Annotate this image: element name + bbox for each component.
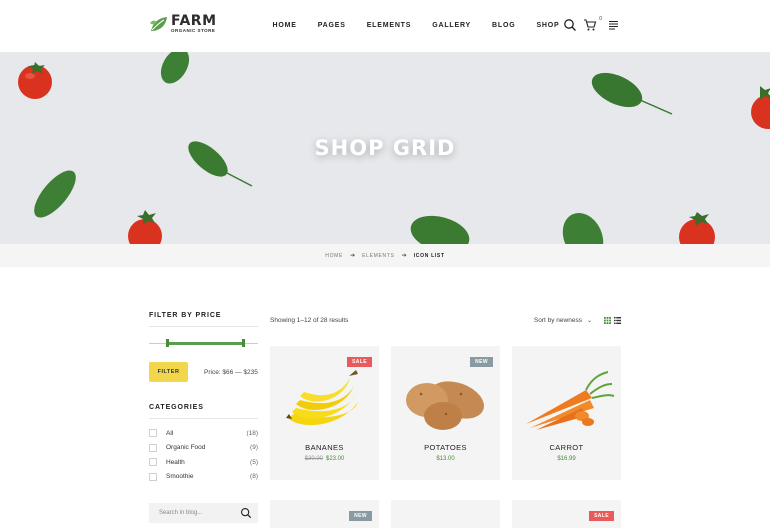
arrow-right-icon: ➔ <box>401 253 407 259</box>
slider-handle-max[interactable] <box>242 339 246 347</box>
tomato-image <box>128 210 162 244</box>
bananas-image <box>286 370 358 426</box>
current-price: $23.00 <box>326 456 345 462</box>
nav-blog[interactable]: BLOG <box>492 22 515 29</box>
current-price: $13.00 <box>436 456 455 462</box>
search-placeholder: Search in blog... <box>159 510 203 516</box>
grid-view-icon[interactable] <box>604 316 611 324</box>
breadcrumb: HOME ➔ ELEMENTS ➔ ICON LIST <box>0 244 770 267</box>
product-card[interactable] <box>391 500 500 528</box>
category-name: Organic Food <box>166 444 206 452</box>
header-actions: 0 <box>563 16 621 32</box>
product-card[interactable]: CARROT $16.99 <box>512 346 621 480</box>
view-toggle <box>604 316 621 324</box>
menu-icon[interactable] <box>607 18 621 32</box>
category-name: Health <box>166 458 185 466</box>
breadcrumb-elements[interactable]: ELEMENTS <box>362 253 395 259</box>
category-count: (8) <box>250 473 258 481</box>
breadcrumb-home[interactable]: HOME <box>325 253 343 259</box>
nav-shop[interactable]: SHOP <box>536 22 559 29</box>
category-checkbox[interactable] <box>149 443 157 452</box>
nav-home[interactable]: HOME <box>273 22 297 29</box>
category-item[interactable]: Organic Food (9) <box>149 441 258 456</box>
page-title: SHOP GRID <box>314 136 456 160</box>
sidebar: FILTER BY PRICE FILTER Price: $66 — $235… <box>149 312 258 523</box>
results-count: Showing 1–12 of 28 results <box>270 316 349 324</box>
tomato-image <box>18 62 52 99</box>
category-checkbox[interactable] <box>149 458 157 467</box>
tomato-image <box>679 212 715 244</box>
carrot-image <box>526 371 615 430</box>
product-price: $16.99 <box>512 456 621 462</box>
new-badge: NEW <box>349 511 372 521</box>
category-checkbox[interactable] <box>149 429 157 438</box>
product-card[interactable]: SALE <box>512 500 621 528</box>
breadcrumb-current: ICON LIST <box>413 252 445 259</box>
current-price: $16.99 <box>557 456 576 462</box>
category-checkbox[interactable] <box>149 472 157 481</box>
category-count: (9) <box>250 444 258 452</box>
nav-elements[interactable]: ELEMENTS <box>367 22 412 29</box>
brand-logo[interactable]: FARM ORGANIC STORE <box>149 14 217 34</box>
category-list: All (18) Organic Food (9) Health (5) Smo… <box>149 426 258 484</box>
category-count: (18) <box>246 429 258 437</box>
product-name[interactable]: CARROT <box>512 443 621 452</box>
cart-count: 0 <box>599 16 602 22</box>
slider-range <box>167 342 244 345</box>
category-name: Smoothie <box>166 473 194 481</box>
tomato-image <box>751 86 770 129</box>
category-item[interactable]: Smoothie (8) <box>149 470 258 485</box>
cart-button[interactable]: 0 <box>583 16 602 32</box>
product-image <box>391 500 500 528</box>
product-name[interactable]: BANANES <box>270 443 379 452</box>
category-item[interactable]: Health (5) <box>149 455 258 470</box>
filter-button[interactable]: FILTER <box>149 362 188 382</box>
nav-pages[interactable]: PAGES <box>318 22 346 29</box>
product-name[interactable]: POTATOES <box>391 443 500 452</box>
old-price: $30.00 <box>304 456 323 462</box>
product-price: $30.00 $23.00 <box>270 456 379 462</box>
cart-icon <box>584 19 597 31</box>
sale-badge: SALE <box>589 511 614 521</box>
site-header: FARM ORGANIC STORE HOME PAGES ELEMENTS G… <box>0 0 770 52</box>
brand-name: FARM <box>171 13 217 30</box>
filter-title: FILTER BY PRICE <box>149 312 258 327</box>
brand-tagline: ORGANIC STORE <box>171 28 216 34</box>
price-slider[interactable] <box>149 338 258 352</box>
sort-label: Sort by newness <box>533 316 582 324</box>
potatoes-image <box>406 381 484 430</box>
arrow-right-icon: ➔ <box>350 253 356 259</box>
price-range-label: Price: $66 — $235 <box>204 368 258 376</box>
leaf-icon <box>150 17 167 31</box>
product-card[interactable]: NEW <box>270 500 379 528</box>
categories-title: CATEGORIES <box>149 404 258 419</box>
product-card[interactable]: SALE BANANES $30.00 $23.00 <box>270 346 379 480</box>
search-icon[interactable] <box>240 507 252 519</box>
sort-select[interactable]: Sort by newness ⌄ <box>534 317 592 324</box>
chevron-down-icon: ⌄ <box>586 317 592 324</box>
list-view-icon[interactable] <box>614 316 621 324</box>
shop-toolbar: Showing 1–12 of 28 results Sort by newne… <box>270 314 621 326</box>
main-nav: HOME PAGES ELEMENTS GALLERY BLOG SHOP <box>262 22 570 29</box>
hero-banner: SHOP GRID <box>0 52 770 244</box>
nav-gallery[interactable]: GALLERY <box>432 22 471 29</box>
blog-search-input[interactable]: Search in blog... <box>149 503 258 523</box>
product-price: $13.00 <box>391 456 500 462</box>
search-icon[interactable] <box>563 18 577 32</box>
category-name: All <box>166 429 174 437</box>
product-card[interactable]: NEW POTATOES $13.00 <box>391 346 500 480</box>
category-item[interactable]: All (18) <box>149 426 258 441</box>
category-count: (5) <box>250 458 258 466</box>
slider-handle-min[interactable] <box>166 339 170 347</box>
